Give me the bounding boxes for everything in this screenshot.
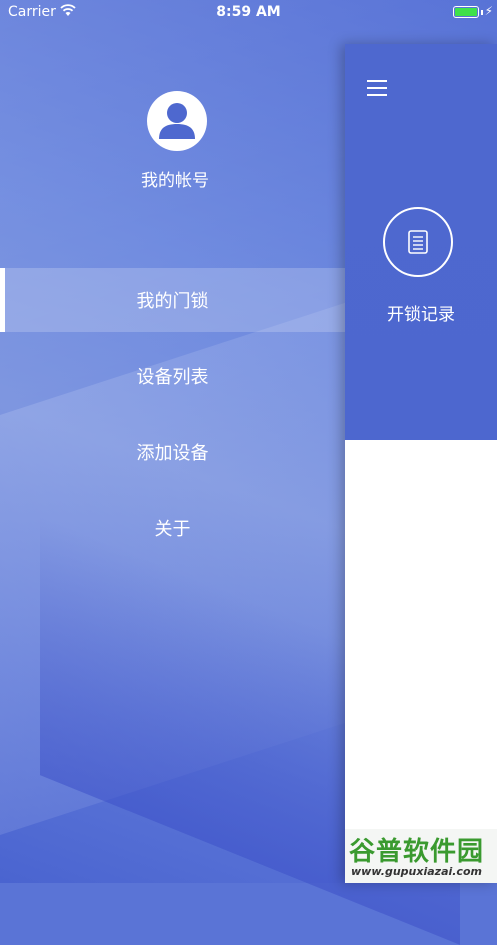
menu-item-label: 添加设备 [136, 443, 209, 464]
menu-item-label: 关于 [154, 519, 191, 540]
charging-icon: ⚡ [484, 4, 493, 18]
menu-item-device-list[interactable]: 设备列表 [0, 344, 345, 408]
hamburger-icon[interactable] [367, 80, 387, 98]
main-panel: 开锁记录 [345, 44, 497, 883]
status-bar: Carrier 8:59 AM ⚡ [0, 0, 497, 26]
unlock-record-label[interactable]: 开锁记录 [345, 300, 497, 325]
watermark: 谷普软件园 www.gupuxiazai.com [345, 829, 497, 883]
account-label[interactable]: 我的帐号 [0, 166, 350, 191]
document-icon [408, 230, 428, 254]
unlock-record-button[interactable] [383, 207, 453, 277]
menu-item-label: 设备列表 [136, 367, 209, 388]
menu-item-add-device[interactable]: 添加设备 [0, 420, 345, 484]
battery-tip [481, 10, 483, 15]
active-indicator [0, 268, 5, 332]
user-avatar-icon[interactable] [147, 91, 207, 151]
menu-item-my-locks[interactable]: 我的门锁 [0, 268, 345, 332]
clock: 8:59 AM [216, 4, 281, 20]
menu-item-about[interactable]: 关于 [0, 496, 345, 560]
person-icon [159, 103, 195, 139]
menu-item-label: 我的门锁 [136, 291, 209, 312]
battery-icon [453, 6, 479, 18]
main-header: 开锁记录 [345, 44, 497, 440]
watermark-title: 谷普软件园 [349, 837, 485, 867]
watermark-url: www.gupuxiazai.com [351, 865, 482, 878]
